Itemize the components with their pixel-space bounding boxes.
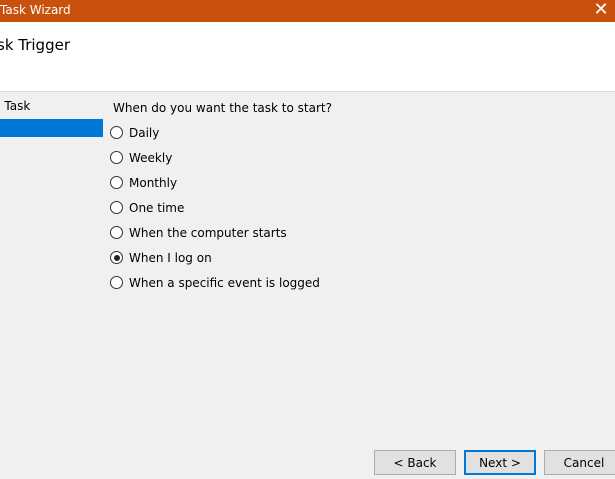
radio-button[interactable] [110, 126, 123, 139]
trigger-question: When do you want the task to start? [113, 101, 332, 115]
radio-label: Monthly [129, 176, 178, 190]
radio-option-one-time[interactable]: One time [110, 201, 332, 226]
step-item-trigger-selected[interactable] [0, 119, 103, 137]
wizard-header: sk Trigger [0, 22, 615, 91]
radio-option-log-on[interactable]: When I log on [110, 251, 332, 276]
radio-label: When the computer starts [129, 226, 287, 240]
radio-label: Daily [129, 126, 160, 140]
step-item-label: c Task [0, 99, 31, 113]
trigger-options-panel: When do you want the task to start? Dail… [110, 100, 332, 301]
radio-option-monthly[interactable]: Monthly [110, 176, 332, 201]
radio-button[interactable] [110, 176, 123, 189]
radio-option-weekly[interactable]: Weekly [110, 151, 332, 176]
radio-button[interactable] [110, 151, 123, 164]
step-item-basic-task[interactable]: c Task [0, 97, 103, 115]
radio-label: When I log on [129, 251, 212, 265]
window-title: Task Wizard [0, 3, 71, 17]
radio-button[interactable] [110, 276, 123, 289]
radio-option-computer-starts[interactable]: When the computer starts [110, 226, 332, 251]
radio-button[interactable] [110, 201, 123, 214]
radio-label: When a specific event is logged [129, 276, 320, 290]
radio-label: Weekly [129, 151, 173, 165]
next-button[interactable]: Next > [464, 450, 536, 475]
radio-option-daily[interactable]: Daily [110, 126, 332, 151]
page-title: sk Trigger [0, 36, 71, 54]
title-bar: Task Wizard ✕ [0, 0, 615, 22]
cancel-button[interactable]: Cancel [544, 450, 615, 475]
radio-label: One time [129, 201, 185, 215]
radio-button[interactable] [110, 251, 123, 264]
trigger-radio-group: Daily Weekly Monthly One time When the c… [110, 126, 332, 301]
back-button[interactable]: < Back [374, 450, 456, 475]
close-icon[interactable]: ✕ [587, 0, 615, 22]
radio-option-event-logged[interactable]: When a specific event is logged [110, 276, 332, 301]
radio-button[interactable] [110, 226, 123, 239]
wizard-steps-panel: c Task [0, 92, 103, 479]
